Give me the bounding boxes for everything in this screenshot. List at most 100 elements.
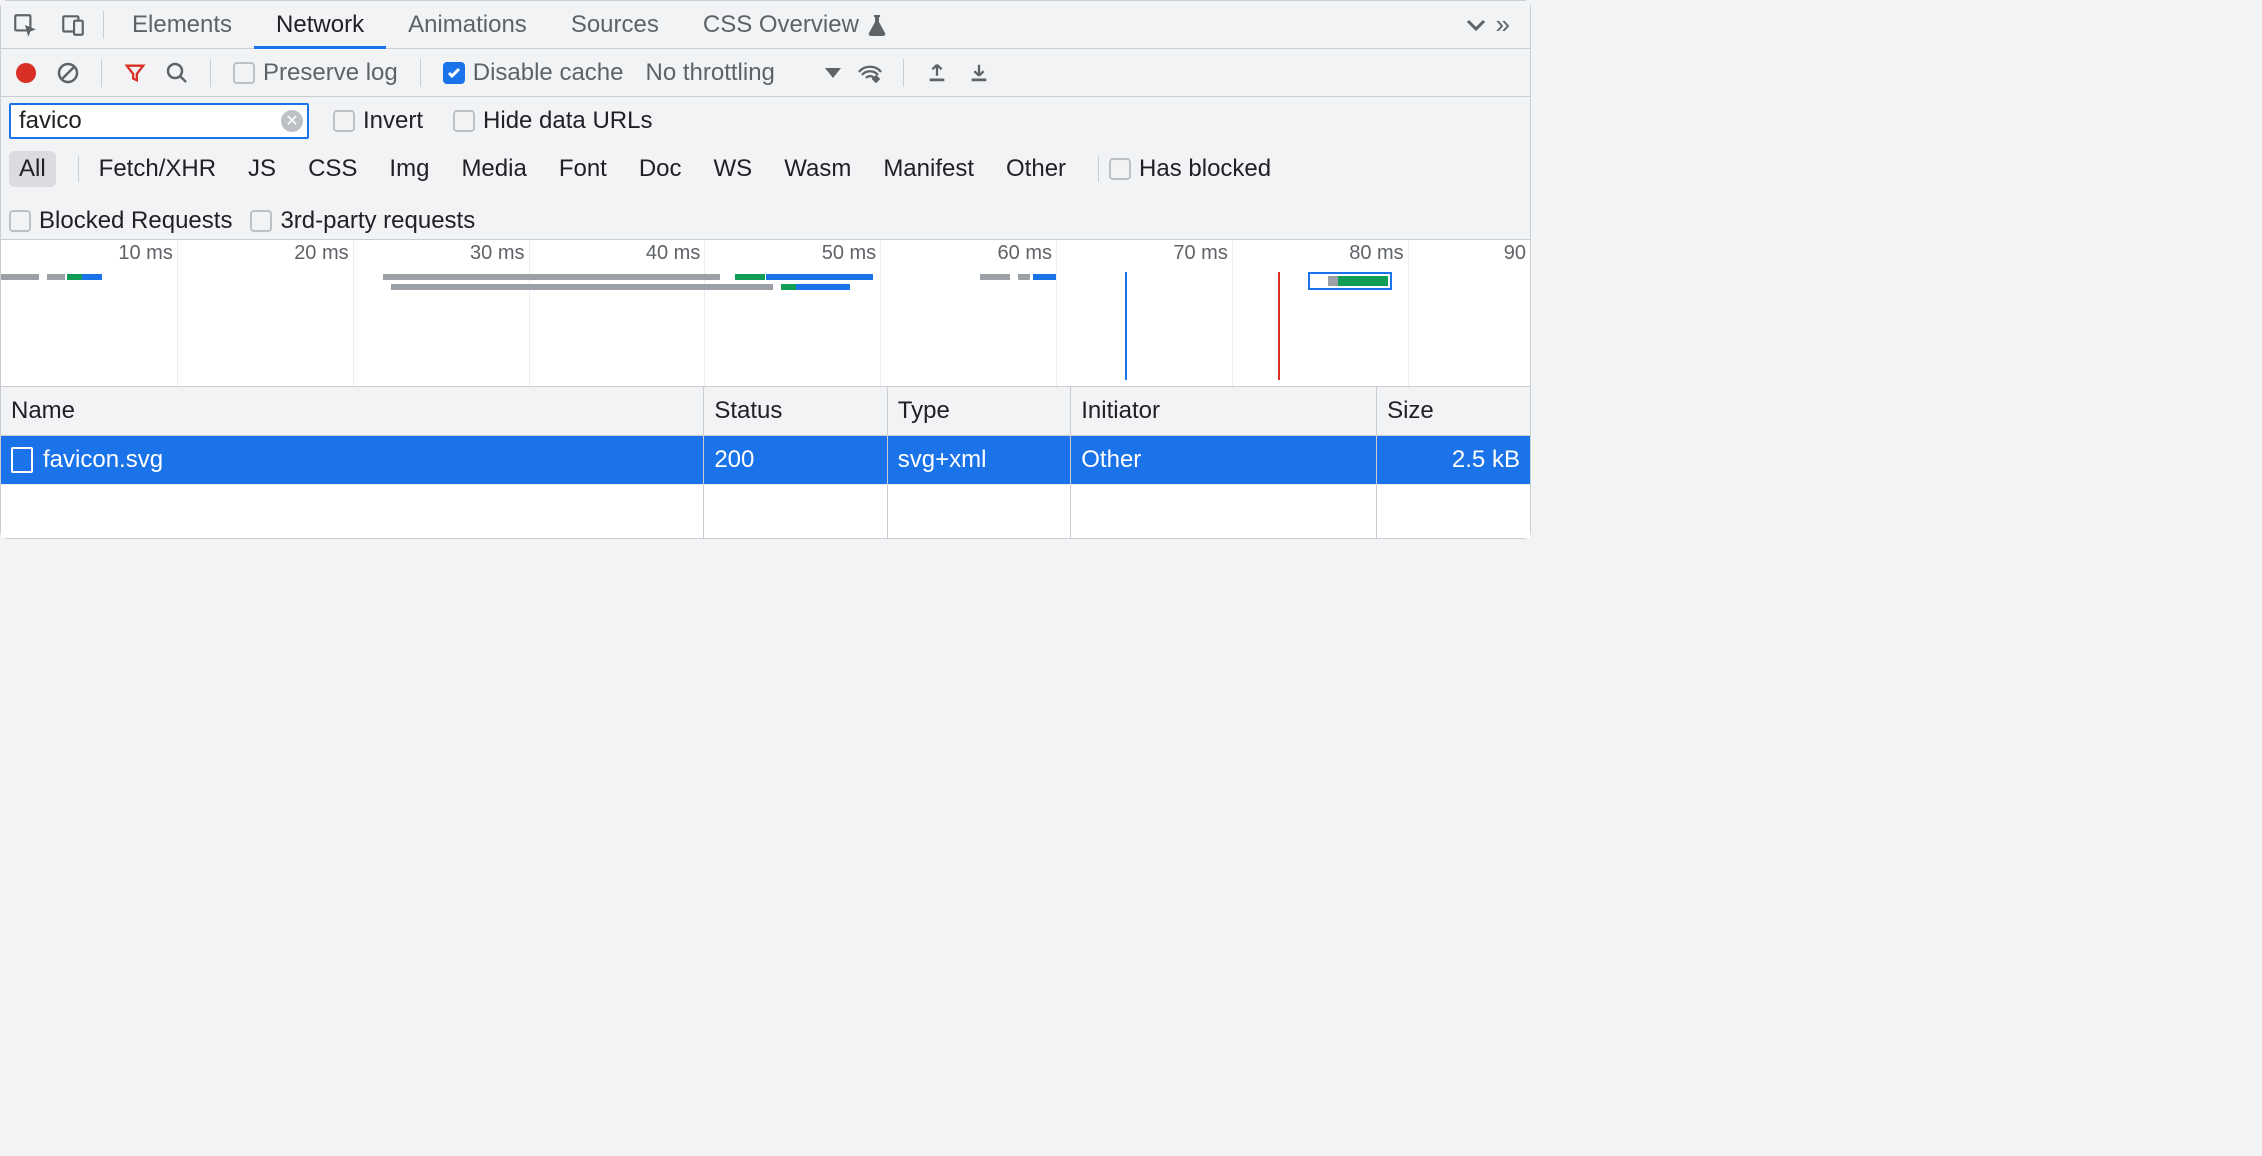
record-icon <box>16 63 36 83</box>
tab-sources[interactable]: Sources <box>549 1 681 49</box>
import-har-button[interactable] <box>920 56 954 90</box>
tab-label: CSS Overview <box>703 11 859 39</box>
timeline-ruler: 10 ms 20 ms 30 ms 40 ms 50 ms 60 ms 70 m… <box>1 240 1530 268</box>
timeline-events <box>1 274 1530 294</box>
grid-line <box>1056 240 1057 386</box>
grid-line <box>1408 240 1409 386</box>
domcontentloaded-marker <box>1125 272 1127 380</box>
throttling-value: No throttling <box>645 59 774 87</box>
tick-label: 70 ms <box>1173 242 1231 265</box>
export-har-button[interactable] <box>962 56 996 90</box>
divider <box>101 59 102 87</box>
tab-css-overview[interactable]: CSS Overview <box>681 1 909 49</box>
search-button[interactable] <box>160 56 194 90</box>
checkbox-icon <box>233 62 255 84</box>
checkbox-label: Preserve log <box>263 59 398 87</box>
chevron-down-icon <box>825 68 841 78</box>
preserve-log-checkbox[interactable]: Preserve log <box>227 59 404 87</box>
chevrons-right-icon: » <box>1496 9 1510 40</box>
col-status[interactable]: Status <box>704 387 887 435</box>
grid-line <box>529 240 530 386</box>
timeline-selection[interactable] <box>1308 272 1392 290</box>
grid-line <box>880 240 881 386</box>
blocked-requests-checkbox[interactable]: Blocked Requests <box>9 207 232 235</box>
type-chip-img[interactable]: Img <box>379 151 439 187</box>
grid-line <box>704 240 705 386</box>
filter-toggle[interactable] <box>118 56 152 90</box>
type-chip-manifest[interactable]: Manifest <box>873 151 984 187</box>
network-toolbar: Preserve log Disable cache No throttling <box>1 49 1530 97</box>
type-chip-media[interactable]: Media <box>451 151 536 187</box>
filter-input[interactable] <box>9 103 309 139</box>
tick-label: 60 ms <box>998 242 1056 265</box>
has-blocked-checkbox[interactable]: Has blocked <box>1109 155 1271 183</box>
device-toolbar-icon[interactable] <box>49 1 97 49</box>
cell-size: 2.5 kB <box>1377 436 1530 484</box>
invert-checkbox[interactable]: Invert <box>327 107 429 135</box>
clear-button[interactable] <box>51 56 85 90</box>
type-chip-font[interactable]: Font <box>549 151 617 187</box>
load-marker <box>1278 272 1280 380</box>
type-chip-doc[interactable]: Doc <box>629 151 692 187</box>
type-chip-other[interactable]: Other <box>996 151 1076 187</box>
filter-input-wrap: ✕ <box>9 103 309 139</box>
tab-label: Elements <box>132 11 232 39</box>
cell-initiator: Other <box>1071 436 1377 484</box>
devtools-tab-strip: Elements Network Animations Sources CSS … <box>1 1 1530 49</box>
divider <box>420 59 421 87</box>
table-header: Name Status Type Initiator Size <box>1 387 1530 436</box>
divider <box>1098 156 1099 182</box>
table-row[interactable]: favicon.svg 200 svg+xml Other 2.5 kB <box>1 436 1530 484</box>
request-type-filter: All Fetch/XHR JS CSS Img Media Font Doc … <box>1 145 1530 239</box>
hide-data-urls-checkbox[interactable]: Hide data URLs <box>447 107 658 135</box>
tick-label: 50 ms <box>822 242 880 265</box>
tab-label: Sources <box>571 11 659 39</box>
checkbox-label: Invert <box>363 107 423 135</box>
tab-animations[interactable]: Animations <box>386 1 549 49</box>
col-type[interactable]: Type <box>888 387 1071 435</box>
cell-status: 200 <box>704 436 887 484</box>
checkbox-label: Disable cache <box>473 59 624 87</box>
type-chip-ws[interactable]: WS <box>704 151 763 187</box>
throttling-select[interactable]: No throttling <box>637 59 844 87</box>
cell-name: favicon.svg <box>1 436 704 484</box>
type-chip-fetchxhr[interactable]: Fetch/XHR <box>89 151 226 187</box>
table-row-empty <box>1 484 1530 538</box>
divider <box>210 59 211 87</box>
inspect-element-icon[interactable] <box>1 1 49 49</box>
grid-line <box>177 240 178 386</box>
tab-label: Animations <box>408 11 527 39</box>
checkbox-label: Hide data URLs <box>483 107 652 135</box>
type-chip-wasm[interactable]: Wasm <box>774 151 861 187</box>
type-chip-all[interactable]: All <box>9 151 56 187</box>
clear-filter-icon[interactable]: ✕ <box>281 110 303 132</box>
tick-label: 90 <box>1504 242 1530 265</box>
network-table: Name Status Type Initiator Size favicon.… <box>1 387 1530 538</box>
tick-label: 10 ms <box>118 242 176 265</box>
network-conditions-button[interactable] <box>853 56 887 90</box>
disable-cache-checkbox[interactable]: Disable cache <box>437 59 630 87</box>
checkbox-icon <box>453 110 475 132</box>
more-tabs-button[interactable]: » <box>1444 1 1530 49</box>
tick-label: 80 ms <box>1349 242 1407 265</box>
checkbox-label: Blocked Requests <box>39 207 232 235</box>
cell-type: svg+xml <box>888 436 1071 484</box>
col-initiator[interactable]: Initiator <box>1071 387 1377 435</box>
type-chip-js[interactable]: JS <box>238 151 286 187</box>
col-size[interactable]: Size <box>1377 387 1530 435</box>
checkbox-icon <box>250 210 272 232</box>
checkbox-icon <box>333 110 355 132</box>
third-party-checkbox[interactable]: 3rd-party requests <box>250 207 475 235</box>
divider <box>903 59 904 87</box>
col-name[interactable]: Name <box>1 387 704 435</box>
filter-bar: ✕ Invert Hide data URLs <box>1 97 1530 145</box>
record-button[interactable] <box>9 56 43 90</box>
network-timeline[interactable]: 10 ms 20 ms 30 ms 40 ms 50 ms 60 ms 70 m… <box>1 239 1530 387</box>
grid-line <box>1232 240 1233 386</box>
tab-elements[interactable]: Elements <box>110 1 254 49</box>
divider <box>78 156 79 182</box>
divider <box>103 11 104 39</box>
type-chip-css[interactable]: CSS <box>298 151 367 187</box>
tab-label: Network <box>276 11 364 39</box>
tab-network[interactable]: Network <box>254 1 386 49</box>
